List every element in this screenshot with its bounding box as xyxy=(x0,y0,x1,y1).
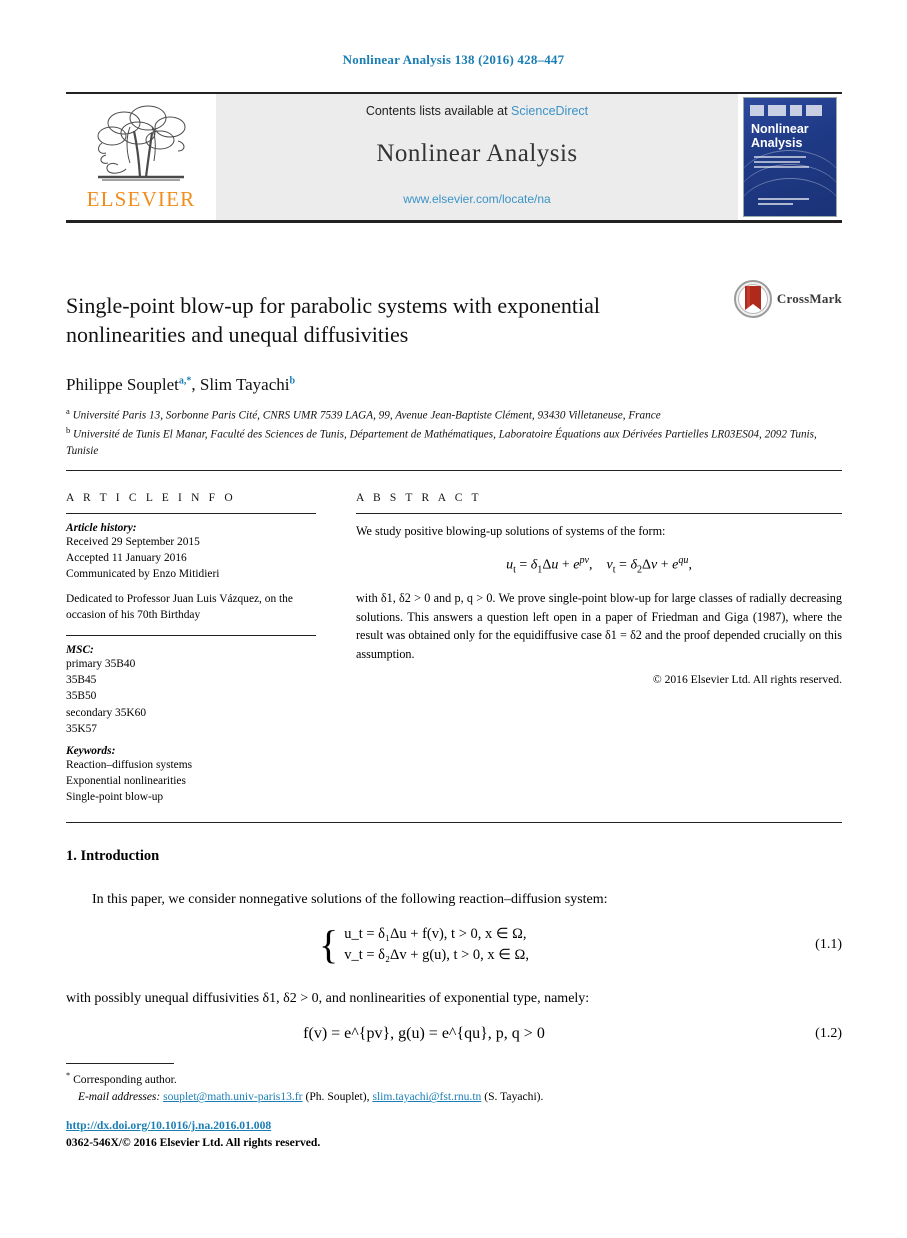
abstract-equation: ut = δ1Δu + epv, vt = δ2Δv + equ, xyxy=(506,554,692,575)
equation-brace: { xyxy=(319,922,339,967)
affiliation-item: a Université Paris 13, Sorbonne Paris Ci… xyxy=(66,405,842,424)
corresponding-author-note: * Corresponding author. xyxy=(66,1070,842,1088)
paper-page: Nonlinear Analysis 138 (2016) 428–447 EL… xyxy=(0,0,907,1238)
affiliation-mark: b xyxy=(66,424,71,435)
contents-prefix: Contents lists available at xyxy=(365,104,512,118)
author-marks: b xyxy=(289,375,296,387)
email-link-tayachi[interactable]: slim.tayachi@fst.rnu.tn xyxy=(372,1090,481,1103)
affiliation-item: b Université de Tunis El Manar, Faculté … xyxy=(66,424,842,459)
equation-1-1-row-2: v_t = δ₂Δv + g(u), t > 0, x ∈ Ω, xyxy=(344,947,529,963)
cover-header-strip xyxy=(750,103,830,117)
email-label: E-mail addresses: xyxy=(78,1091,161,1104)
body-top-rule xyxy=(66,822,842,823)
msc-rule xyxy=(66,634,316,636)
masthead-bottom-rule xyxy=(66,220,842,223)
equation-1-2: f(v) = e^{pv}, g(u) = e^{qu}, p, q > 0 (… xyxy=(66,1025,842,1043)
intro-paragraph-2: with possibly unequal diffusivities δ1, … xyxy=(66,991,590,1006)
masthead-center: Contents lists available at ScienceDirec… xyxy=(216,94,738,220)
elsevier-tree-icon xyxy=(82,103,200,185)
article-history-label: Article history: xyxy=(66,522,137,534)
footnote-block: * Corresponding author. E-mail addresses… xyxy=(66,1070,842,1106)
article-info-rule xyxy=(66,513,316,514)
msc-item: 35B45 xyxy=(66,674,97,687)
journal-homepage-link[interactable]: www.elsevier.com/locate/na xyxy=(403,192,550,206)
keyword-item: Exponential nonlinearities xyxy=(66,775,186,788)
abstract-rule xyxy=(356,513,842,514)
corresponding-mark: * xyxy=(66,1071,71,1080)
section-heading: 1. Introduction xyxy=(66,848,160,864)
equation-1-1-number: (1.1) xyxy=(815,937,842,952)
author-list: Philippe Soupleta,*, Slim Tayachib xyxy=(66,375,842,395)
sciencedirect-link[interactable]: ScienceDirect xyxy=(511,104,588,118)
email-note: E-mail addresses: souplet@math.univ-pari… xyxy=(66,1088,842,1106)
introduction-section: 1. Introduction In this paper, we consid… xyxy=(66,848,842,1043)
received-date: Received 29 September 2015 xyxy=(66,536,200,548)
keyword-item: Single-point blow-up xyxy=(66,791,164,804)
issn-copyright-line: 0362-546X/© 2016 Elsevier Ltd. All right… xyxy=(66,1135,321,1149)
msc-item: primary 35B40 xyxy=(66,657,136,670)
email-owner-1: (Ph. Souplet), xyxy=(305,1090,370,1104)
article-info-column: A R T I C L E I N F O Article history: R… xyxy=(66,492,316,805)
author-name[interactable]: Philippe Souplet xyxy=(66,375,179,394)
author-name[interactable]: Slim Tayachi xyxy=(200,375,290,394)
title-block: CrossMark Single-point blow-up for parab… xyxy=(66,276,842,459)
equation-1-1: { u_t = δ₁Δu + f(v), t > 0, x ∈ Ω, v_t =… xyxy=(66,922,842,967)
intro-paragraph-1: In this paper, we consider nonnegative s… xyxy=(92,892,608,907)
contents-available-line: Contents lists available at ScienceDirec… xyxy=(366,104,588,118)
cover-title: Nonlinear Analysis xyxy=(751,122,809,150)
keywords-label: Keywords: xyxy=(66,744,116,757)
abstract-copyright: © 2016 Elsevier Ltd. All rights reserved… xyxy=(652,673,842,687)
dedication: Dedicated to Professor Juan Luis Vázquez… xyxy=(66,592,293,621)
abstract-column: A B S T R A C T We study positive blowin… xyxy=(356,492,842,805)
abstract-heading: A B S T R A C T xyxy=(356,492,482,504)
footer-block: http://dx.doi.org/10.1016/j.na.2016.01.0… xyxy=(66,1118,842,1152)
affiliation-list: a Université Paris 13, Sorbonne Paris Ci… xyxy=(66,405,842,460)
cover-footer-lines xyxy=(758,198,822,208)
email-owner-2: (S. Tayachi). xyxy=(484,1090,544,1104)
author-separator: , xyxy=(191,374,200,394)
journal-cover-thumbnail[interactable]: Nonlinear Analysis xyxy=(738,94,842,220)
accepted-date: Accepted 11 January 2016 xyxy=(66,552,187,565)
abstract-intro: We study positive blowing-up solutions o… xyxy=(356,524,666,538)
journal-title: Nonlinear Analysis xyxy=(376,140,578,167)
running-head: Nonlinear Analysis 138 (2016) 428–447 xyxy=(342,52,565,67)
abstract-body: with δ1, δ2 > 0 and p, q > 0. We prove s… xyxy=(356,591,842,661)
equation-1-2-number: (1.2) xyxy=(815,1026,842,1041)
msc-item: secondary 35K60 xyxy=(66,706,147,719)
page-title: Single-point blow-up for parabolic syste… xyxy=(66,292,601,347)
msc-item: 35B50 xyxy=(66,690,97,703)
publisher-logo: ELSEVIER xyxy=(66,94,216,220)
info-section-top-rule xyxy=(66,470,842,471)
doi-link[interactable]: http://dx.doi.org/10.1016/j.na.2016.01.0… xyxy=(66,1119,271,1132)
msc-item: 35K57 xyxy=(66,722,98,735)
crossmark-label: CrossMark xyxy=(776,291,842,306)
equation-1-2-text: f(v) = e^{pv}, g(u) = e^{qu}, p, q > 0 xyxy=(303,1025,545,1042)
communicated-by: Communicated by Enzo Mitidieri xyxy=(66,568,220,581)
msc-label: MSC: xyxy=(66,643,94,656)
info-abstract-columns: A R T I C L E I N F O Article history: R… xyxy=(66,492,842,805)
affiliation-text: Université Paris 13, Sorbonne Paris Cité… xyxy=(72,409,661,422)
article-info-heading: A R T I C L E I N F O xyxy=(66,492,236,504)
elsevier-wordmark: ELSEVIER xyxy=(86,186,196,211)
journal-masthead: ELSEVIER Contents lists available at Sci… xyxy=(66,92,842,223)
corresponding-text: Corresponding author. xyxy=(73,1072,177,1086)
crossmark-badge[interactable]: CrossMark xyxy=(733,280,842,318)
equation-1-1-row-1: u_t = δ₁Δu + f(v), t > 0, x ∈ Ω, xyxy=(344,926,527,942)
affiliation-mark: a xyxy=(66,405,70,416)
email-link-souplet[interactable]: souplet@math.univ-paris13.fr xyxy=(163,1090,302,1103)
author-marks: a,* xyxy=(178,375,192,387)
affiliation-text: Université de Tunis El Manar, Faculté de… xyxy=(66,428,817,457)
keyword-item: Reaction–diffusion systems xyxy=(66,758,193,771)
footnote-rule xyxy=(66,1063,174,1064)
crossmark-icon xyxy=(733,280,772,318)
